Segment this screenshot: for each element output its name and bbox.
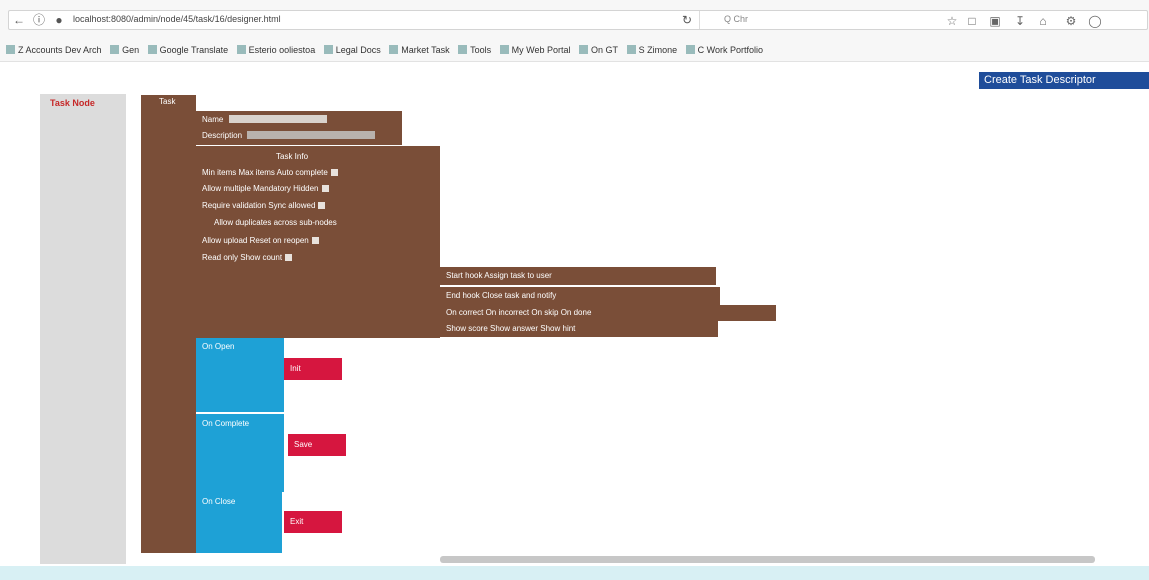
name-row: Name: [202, 115, 330, 124]
outcome-block[interactable]: On correct On incorrect On skip On done: [440, 305, 776, 321]
action-block[interactable]: On Open: [196, 338, 284, 412]
end-hook-block[interactable]: End hook Close task and notify: [440, 287, 720, 305]
bookmark-item[interactable]: Market Task: [389, 38, 450, 61]
setting-row: Read only Show count: [202, 253, 293, 262]
home-icon[interactable]: ⌂: [1035, 13, 1051, 29]
bookmark-icon: [499, 45, 509, 54]
action-value-block[interactable]: Exit: [284, 511, 342, 533]
task-info-block[interactable]: Task Info Min items Max items Auto compl…: [196, 146, 440, 338]
setting-row: Allow upload Reset on reopen: [202, 236, 319, 245]
bookmark-item[interactable]: S Zimone: [626, 38, 677, 61]
setting-row: Min items Max items Auto complete: [202, 168, 338, 177]
action-value-block[interactable]: Save: [288, 434, 346, 456]
info-icon[interactable]: ⓘ: [29, 11, 49, 29]
bookmark-icon: [626, 45, 636, 54]
setting-row: Allow duplicates across sub-nodes: [214, 218, 337, 227]
search-placeholder: Q Chr: [724, 14, 749, 24]
download-icon[interactable]: ↧: [1012, 13, 1028, 29]
bookmark-icon: [147, 45, 157, 54]
bookmark-icon: [6, 45, 15, 54]
bookmark-item[interactable]: Legal Docs: [323, 38, 381, 61]
url-text[interactable]: localhost:8080/admin/node/45/task/16/des…: [73, 14, 281, 24]
action-value: Init: [290, 364, 301, 373]
bookmark-icon: [685, 45, 695, 54]
bookmark-icon: [236, 45, 246, 54]
browser-toolbar: ← ⓘ ● localhost:8080/admin/node/45/task/…: [0, 0, 1149, 38]
back-arrow-icon[interactable]: ←: [9, 11, 29, 29]
bookmark-item[interactable]: On GT: [579, 38, 618, 61]
bookmark-icon: [389, 45, 399, 54]
task-name-block[interactable]: Name Description: [196, 111, 402, 145]
bookmarks-bar: Z Accounts Dev Arch Gen Google Translate…: [0, 38, 1149, 62]
bookmark-item[interactable]: Tools: [458, 38, 491, 61]
reload-icon[interactable]: ↻: [677, 11, 697, 29]
display-options-label: Show score Show answer Show hint: [446, 324, 576, 333]
checkbox[interactable]: [311, 237, 319, 244]
action-value-block[interactable]: Init: [284, 358, 342, 380]
star-icon[interactable]: ☆: [944, 13, 960, 29]
bookmark-item[interactable]: My Web Portal: [499, 38, 571, 61]
action-block[interactable]: On Complete: [196, 414, 284, 492]
search-input[interactable]: Q Chr: [699, 11, 944, 29]
checkbox[interactable]: [285, 254, 293, 261]
display-options-block[interactable]: Show score Show answer Show hint: [440, 321, 718, 337]
setting-row: Allow multiple Mandatory Hidden: [202, 184, 329, 193]
bookmark-icon: [579, 45, 589, 54]
library-icon[interactable]: ▣: [987, 13, 1003, 29]
page-footer-strip: [0, 566, 1149, 580]
block-category-panel: Task Node: [40, 94, 126, 564]
url-bar[interactable]: ← ⓘ ● localhost:8080/admin/node/45/task/…: [8, 10, 1148, 30]
reading-list-icon[interactable]: □: [964, 13, 980, 29]
action-value: Save: [294, 440, 313, 449]
action-label: On Close: [202, 497, 236, 506]
start-hook-label: Start hook Assign task to user: [446, 271, 552, 280]
action-label: On Complete: [202, 419, 250, 428]
checkbox[interactable]: [318, 202, 326, 209]
task-node-category[interactable]: Task Node: [50, 98, 95, 108]
bookmark-icon: [323, 45, 333, 54]
action-block[interactable]: On Close: [196, 492, 282, 553]
create-task-descriptor-button[interactable]: Create Task Descriptor: [979, 72, 1149, 89]
outcome-label: On correct On incorrect On skip On done: [446, 308, 592, 317]
name-field[interactable]: [228, 115, 327, 123]
bookmark-item[interactable]: Google Translate: [147, 38, 228, 61]
action-value: Exit: [290, 517, 304, 526]
horizontal-scrollbar[interactable]: [440, 556, 1095, 563]
checkbox[interactable]: [330, 169, 338, 176]
bookmark-item[interactable]: Gen: [110, 38, 139, 61]
description-label: Description: [202, 131, 243, 140]
bookmark-item[interactable]: Z Accounts Dev Arch: [6, 38, 102, 61]
end-hook-label: End hook Close task and notify: [446, 291, 557, 300]
task-root-label: Task: [159, 97, 176, 106]
extension-icon[interactable]: ⚙: [1063, 13, 1079, 29]
description-row: Description: [202, 131, 378, 140]
bookmark-icon: [458, 45, 468, 54]
bookmark-icon: [110, 45, 120, 54]
setting-row: Require validation Sync allowed: [202, 201, 326, 210]
bookmark-item[interactable]: C Work Portfolio: [685, 38, 763, 61]
task-root-block[interactable]: Task: [141, 95, 196, 553]
lock-icon: ●: [55, 13, 63, 27]
action-label: On Open: [202, 342, 235, 351]
sync-icon[interactable]: ◯: [1087, 13, 1103, 29]
checkbox[interactable]: [321, 185, 329, 192]
name-label: Name: [202, 115, 224, 124]
bookmark-item[interactable]: Esterio ooliestoa: [236, 38, 315, 61]
start-hook-block[interactable]: Start hook Assign task to user: [440, 267, 716, 285]
task-info-header: Task Info: [276, 152, 309, 161]
description-field[interactable]: [247, 131, 376, 139]
